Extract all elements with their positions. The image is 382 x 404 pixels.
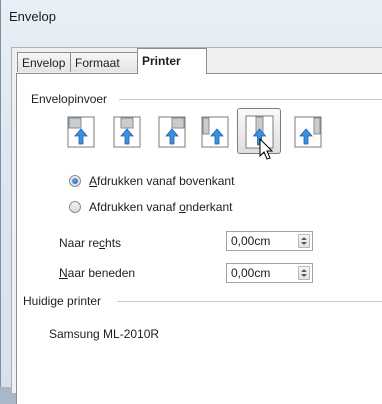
shift-right-stepper[interactable]: 0,00cm xyxy=(226,231,313,251)
envelope-feed-horizontal-right-icon xyxy=(158,116,186,148)
envelope-feed-vertical-left-icon xyxy=(201,116,229,148)
feed-group-label: Envelopinvoer xyxy=(31,92,112,106)
shift-right-label: Naar rechts xyxy=(59,236,122,250)
feed-option-3[interactable] xyxy=(156,114,186,148)
shift-down-label: Naar beneden xyxy=(59,266,136,280)
printer-group-rule xyxy=(117,301,382,302)
feed-option-4[interactable] xyxy=(199,114,229,148)
feed-option-1[interactable] xyxy=(65,114,95,148)
envelope-feed-horizontal-center-icon xyxy=(113,116,141,148)
tab-envelop[interactable]: Envelop xyxy=(17,52,71,72)
spin-arrows-icon[interactable] xyxy=(298,266,310,280)
window-title: Envelop xyxy=(9,9,56,24)
envelope-feed-horizontal-left-icon xyxy=(67,116,95,148)
spin-arrows-icon[interactable] xyxy=(298,234,310,248)
feed-group-rule xyxy=(119,99,382,100)
mouse-pointer-icon xyxy=(259,138,274,160)
shift-down-value[interactable]: 0,00cm xyxy=(231,266,270,280)
feed-option-2[interactable] xyxy=(111,114,141,148)
radio-print-bottom-label: Afdrukken vanaf onderkant xyxy=(89,200,233,214)
current-printer-name: Samsung ML-2010R xyxy=(49,327,160,341)
envelope-dialog: Envelop Envelop Formaat Printer Envelopi… xyxy=(0,0,382,404)
printer-group-label: Huidige printer xyxy=(23,294,106,308)
radio-print-top-label: Afdrukken vanaf bovenkant xyxy=(89,174,235,188)
tab-printer[interactable]: Printer xyxy=(137,48,207,74)
tab-formaat[interactable]: Formaat xyxy=(70,52,138,72)
shift-right-value[interactable]: 0,00cm xyxy=(231,234,270,248)
envelope-feed-vertical-right-icon xyxy=(294,116,322,148)
radio-print-top-button[interactable] xyxy=(69,175,81,187)
radio-print-bottom-button[interactable] xyxy=(69,201,81,213)
feed-option-6[interactable] xyxy=(292,114,322,148)
title-bar[interactable]: Envelop xyxy=(1,0,382,34)
shift-down-stepper[interactable]: 0,00cm xyxy=(226,263,313,283)
